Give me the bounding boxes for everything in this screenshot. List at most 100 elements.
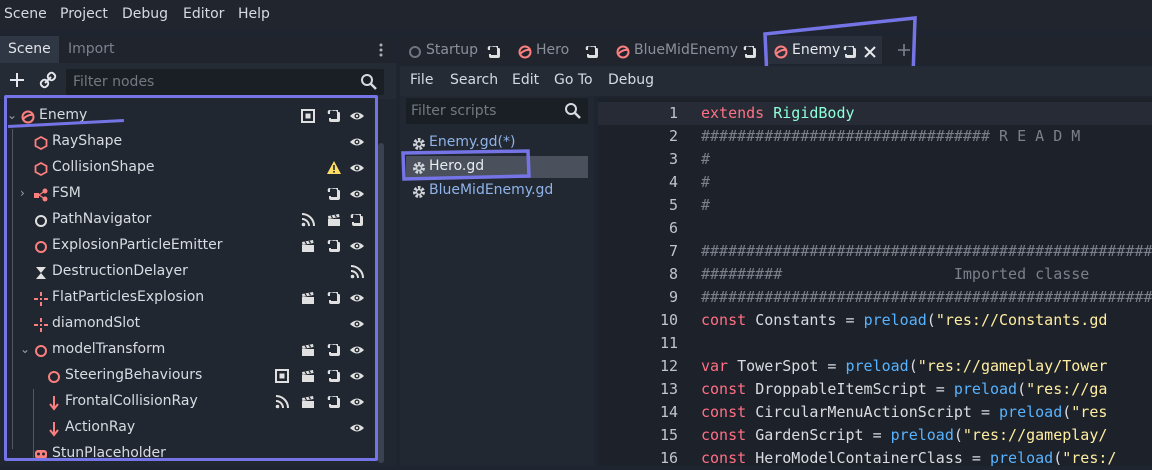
code-token: const [701,311,756,329]
code-text: ######### Imported classe [701,263,1089,286]
dock-menu-icon[interactable] [378,42,384,58]
code-token: const [701,449,756,467]
main-menubar: Scene Project Debug Editor Help [0,0,1152,30]
code-line: 15 const GardenScript = preload("res://ga… [598,424,1152,447]
line-number: 10 [659,311,678,329]
scene-tree-scrollbar[interactable] [378,143,384,463]
code-line: 9 #######################################… [598,286,1152,309]
script-disabled-icon [407,42,423,58]
script-list-item[interactable]: BlueMidEnemy.gd [406,180,588,202]
link-icon[interactable] [37,69,59,91]
script-menu-search[interactable]: Search [450,72,498,88]
menu-scene[interactable]: Scene [4,6,47,22]
line-number: 6 [668,219,678,237]
code-line: 1 extends RigidBody [598,102,1152,125]
code-token: preload [999,403,1063,421]
menu-help[interactable]: Help [238,6,270,22]
annotation-box-hero-script [401,149,531,181]
code-line: 11 [598,332,1152,355]
code-text: const GardenScript = preload("res://game… [701,424,1107,447]
code-token: CircularMenuActionScript = [755,403,1000,421]
code-text: # [701,171,710,194]
code-line: 6 [598,217,1152,240]
code-token: "res://gameplay/Tower [917,357,1108,375]
search-icon [361,74,377,90]
code-token: const [701,426,756,444]
code-token: "res:/ [1062,449,1117,467]
code-text: # [701,194,710,217]
filter-nodes-field[interactable] [66,69,384,95]
search-icon [565,103,581,119]
code-token: extends [701,104,774,122]
code-line: 3 # [598,148,1152,171]
code-token: var [701,357,738,375]
code-text: ################################ R E A D… [701,125,1080,148]
line-number: 3 [668,150,678,168]
code-token: ( [953,426,963,444]
editor-tab[interactable]: BlueMidEnemy [608,36,764,64]
line-number: 16 [659,449,678,467]
code-token: ( [926,311,936,329]
script-menu-edit[interactable]: Edit [512,72,539,88]
script-icon[interactable] [584,42,600,58]
code-line: 12 var TowerSpot = preload("res://gamepla… [598,355,1152,378]
code-token: "res [1071,403,1108,421]
line-number: 14 [659,403,678,421]
script-menu-file[interactable]: File [410,72,433,88]
script-menu-debug[interactable]: Debug [608,72,654,88]
code-token: ########################################… [701,288,1152,306]
menu-editor[interactable]: Editor [183,6,224,22]
script-icon[interactable] [486,42,502,58]
code-token: ######### Imported classe [701,265,1090,283]
code-token: ( [1053,449,1063,467]
code-token: ( [1017,380,1027,398]
code-token: ########################################… [701,242,1152,260]
code-line: 8 ######### Imported classe [598,263,1152,286]
filter-scripts-input[interactable] [406,98,571,124]
line-number: 4 [668,173,678,191]
editor-tab-label: Startup [426,42,478,58]
code-token: RigidBody [773,104,855,122]
script-icon[interactable] [742,42,758,58]
code-token: "res://gameplay/ [962,426,1108,444]
code-token: "res://ga [1026,380,1108,398]
editor-tab-label: BlueMidEnemy [634,42,739,58]
code-line: 13 const DroppableItemScript = preload("r… [598,378,1152,401]
line-number: 13 [659,380,678,398]
code-token: ( [908,357,918,375]
annotation-box-scene-tree [4,95,378,461]
tab-import[interactable]: Import [60,36,122,63]
code-token: preload [890,426,954,444]
menu-project[interactable]: Project [60,6,108,22]
filter-scripts-field[interactable] [406,98,588,124]
code-line: 10 const Constants = preload("res://Const… [598,309,1152,332]
dock-tabs: Scene Import [0,36,396,63]
line-number: 9 [668,288,678,306]
code-token: GardenScript = [755,426,891,444]
code-text: ########################################… [701,240,1152,263]
code-token: DroppableItemScript = [755,380,954,398]
code-token: "res://Constants.gd [935,311,1108,329]
line-number: 15 [659,426,678,444]
code-text: var TowerSpot = preload("res://gameplay/… [701,355,1107,378]
add-node-icon[interactable] [6,69,28,91]
code-editor[interactable]: 1 extends RigidBody 2 #####################… [598,98,1152,467]
code-token: preload [953,380,1018,398]
code-line: 2 ################################ R E A … [598,125,1152,148]
tab-scene[interactable]: Scene [0,36,59,63]
code-text: # [701,148,710,171]
code-text: const HeroModelContainerClass = preload(… [701,447,1116,470]
code-text: extends RigidBody [701,102,855,125]
line-number: 7 [668,242,678,260]
code-line: 4 # [598,171,1152,194]
filter-nodes-input[interactable] [66,69,370,95]
script-menu-goto[interactable]: Go To [554,72,593,88]
script-list-label: BlueMidEnemy.gd [429,182,554,198]
code-line: 16 const HeroModelContainerClass = preloa… [598,447,1152,470]
editor-tab[interactable]: Startup [400,36,508,64]
code-token: ################################ R E A D… [701,127,1081,145]
editor-tab[interactable]: Hero [510,36,606,64]
menu-debug[interactable]: Debug [122,6,168,22]
line-number: 1 [668,104,678,122]
code-token: const [701,403,756,421]
